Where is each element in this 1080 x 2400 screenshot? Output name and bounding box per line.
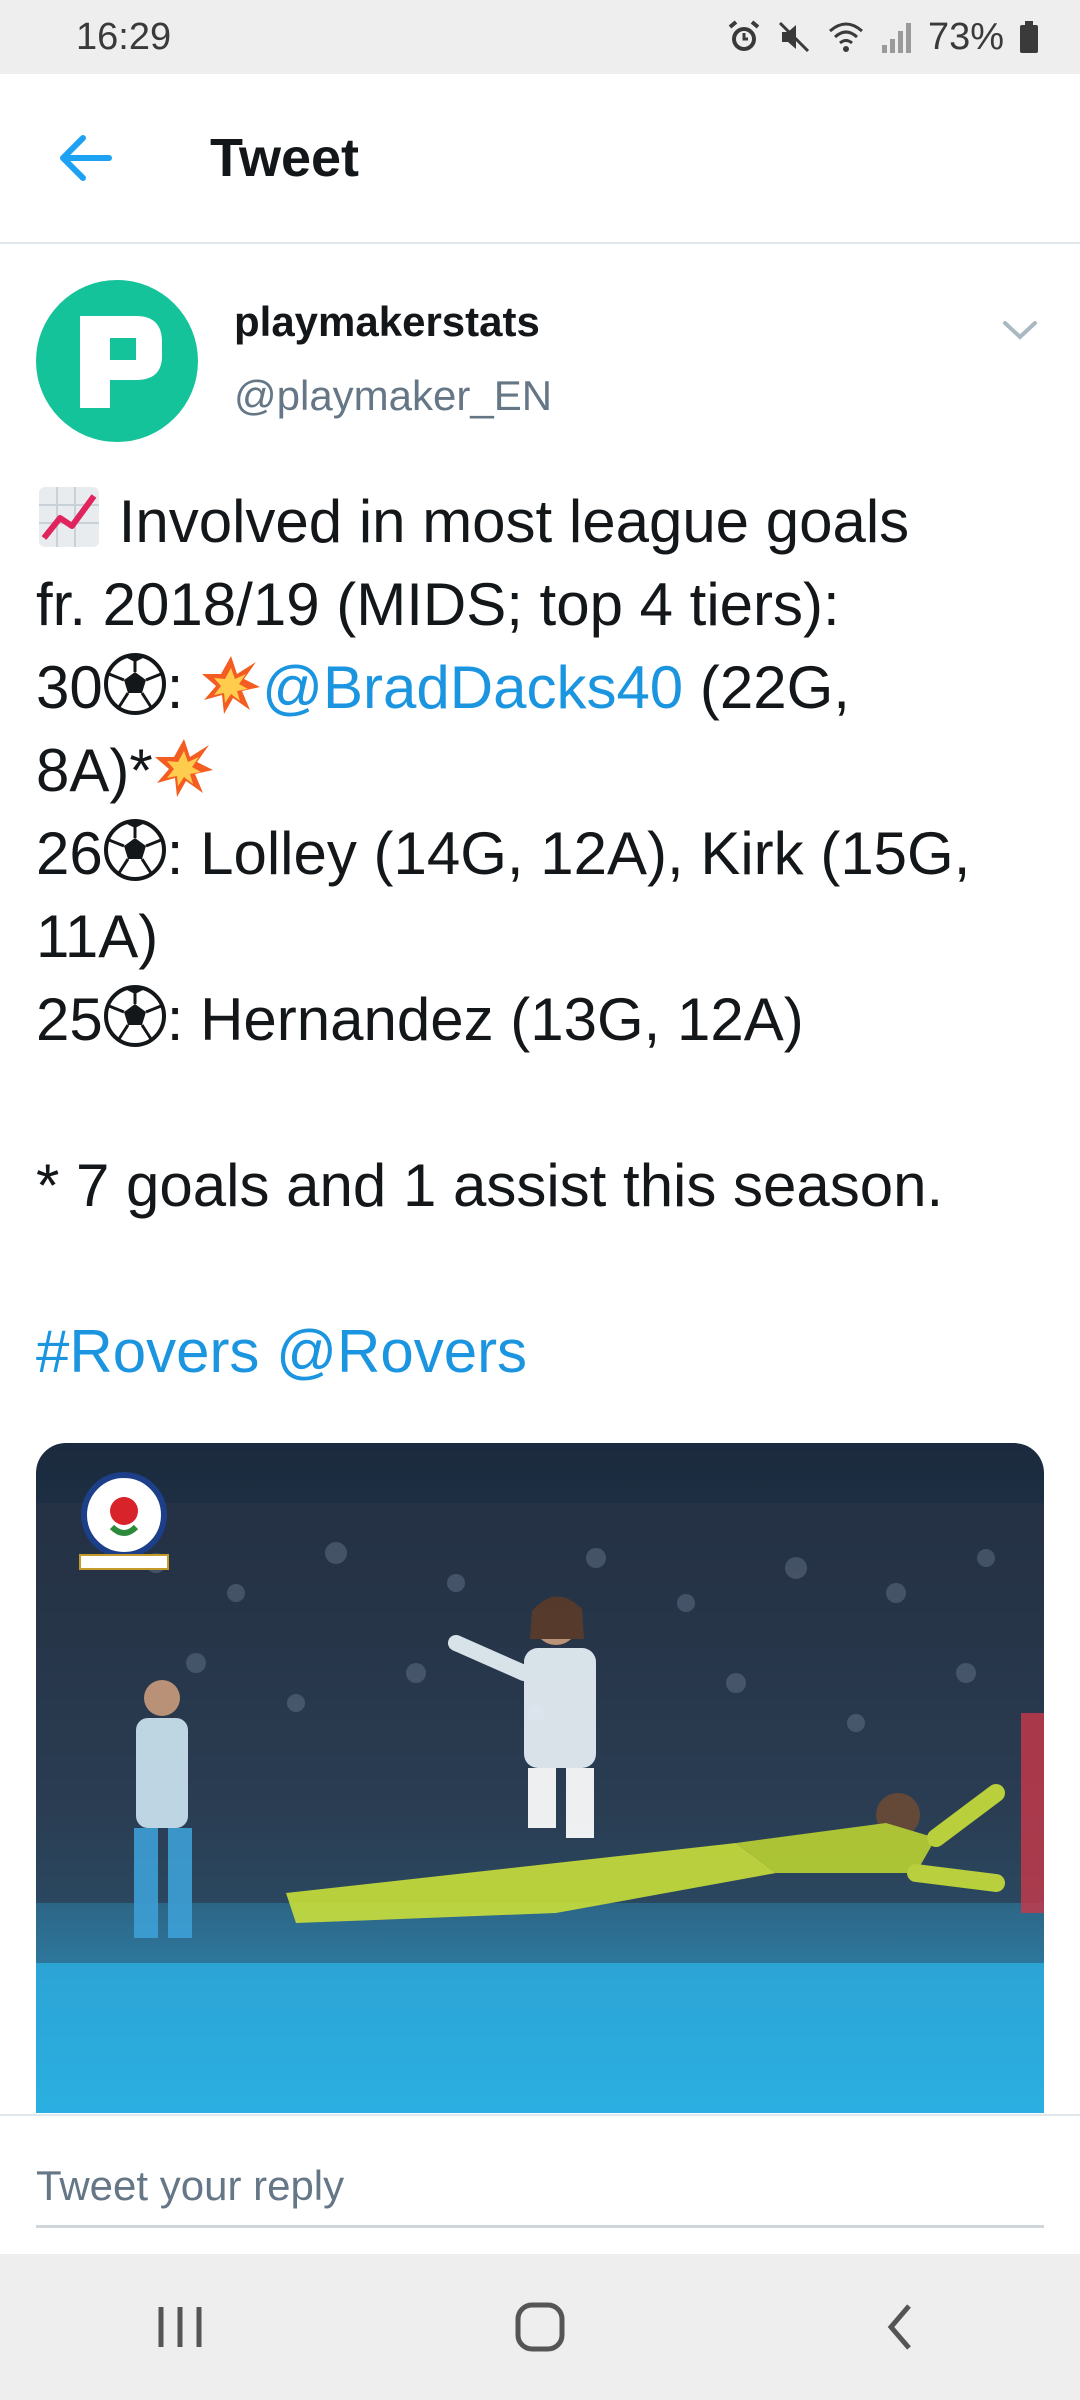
- playmaker-logo-icon: [80, 316, 162, 408]
- tweet-line: Involved in most league goals: [36, 480, 1056, 563]
- tweet-line-8: * 7 goals and 1 assist this season.: [36, 1152, 944, 1219]
- tweet-line-4: 8A)*: [36, 737, 153, 804]
- status-time: 16:29: [76, 15, 172, 58]
- tweet-line-5: : Lolley (14G, 12A), Kirk (15G,: [166, 820, 971, 887]
- tweet-stats-1: (22G,: [683, 654, 850, 721]
- tweet-colon: :: [166, 654, 201, 721]
- soccer-ball-icon: [103, 819, 166, 881]
- tweet-count-30: 30: [36, 654, 103, 721]
- app-bar: Tweet: [0, 74, 1080, 244]
- tweet-spacer: [36, 1227, 1056, 1310]
- home-icon: [515, 2302, 565, 2352]
- signal-icon: [881, 23, 911, 53]
- soccer-ball-icon: [103, 985, 166, 1047]
- tweet-header: playmakerstats @playmaker_EN: [0, 246, 1080, 446]
- tweet-line-1: Involved in most league goals: [118, 488, 910, 555]
- tweet-line: #Rovers @Rovers: [36, 1310, 1056, 1393]
- battery-percent: 73%: [927, 15, 1004, 58]
- recent-apps-button[interactable]: [120, 2277, 240, 2377]
- wifi-icon: [828, 22, 863, 52]
- back-button[interactable]: [40, 113, 130, 203]
- tweet-line: 8A)*: [36, 729, 1056, 812]
- system-back-button[interactable]: [840, 2277, 960, 2377]
- page-title: Tweet: [210, 128, 360, 188]
- tweet-line: 26 : Lolley (14G, 12A), Kirk (15G,: [36, 812, 1056, 895]
- author-handle[interactable]: @playmaker_EN: [234, 372, 552, 420]
- recent-apps-icon: [158, 2307, 202, 2347]
- tweet-line-7: : Hernandez (13G, 12A): [166, 986, 804, 1053]
- chevron-down-icon: [1003, 321, 1037, 340]
- back-arrow-icon: [60, 135, 112, 181]
- chevron-left-icon: [887, 2304, 911, 2350]
- tweet-line: 25 : Hernandez (13G, 12A): [36, 978, 1056, 1061]
- collision-icon: [202, 656, 261, 714]
- more-options-button[interactable]: [990, 306, 1050, 356]
- mention-link[interactable]: @BradDacks40: [262, 654, 683, 721]
- mention-link-rovers[interactable]: @Rovers: [276, 1318, 527, 1385]
- tweet-media-image[interactable]: [36, 1443, 1044, 2113]
- tweet-line-2: fr. 2018/19 (MIDS; top 4 tiers):: [36, 571, 840, 638]
- soccer-ball-icon: [103, 653, 166, 715]
- status-bar: 16:29 73%: [0, 0, 1080, 74]
- chart-increasing-icon: [39, 487, 99, 547]
- match-photo: [36, 1472, 1044, 2113]
- author-name[interactable]: playmakerstats: [234, 298, 540, 346]
- club-crest-icon: [79, 1472, 169, 1570]
- status-icons: 73%: [726, 16, 1040, 59]
- avatar[interactable]: [36, 280, 198, 442]
- tweet-spacer: [36, 1061, 1056, 1144]
- tweet-count-26: 26: [36, 820, 103, 887]
- mute-icon: [778, 21, 809, 53]
- tweet-count-25: 25: [36, 986, 103, 1053]
- system-nav-bar: [0, 2254, 1080, 2400]
- tweet-line-6: 11A): [36, 903, 159, 970]
- home-button[interactable]: [480, 2277, 600, 2377]
- collision-icon: [154, 739, 213, 797]
- alarm-icon: [728, 20, 760, 51]
- tweet-line: 30 : @BradDacks40 (22G,: [36, 646, 1056, 729]
- tweet-text: Involved in most league goals fr. 2018/1…: [36, 480, 1056, 1393]
- reply-bar: Tweet your reply: [0, 2114, 1080, 2254]
- hashtag-link[interactable]: #Rovers: [36, 1318, 259, 1385]
- reply-input[interactable]: Tweet your reply: [36, 2146, 1044, 2228]
- battery-icon: [1020, 21, 1038, 53]
